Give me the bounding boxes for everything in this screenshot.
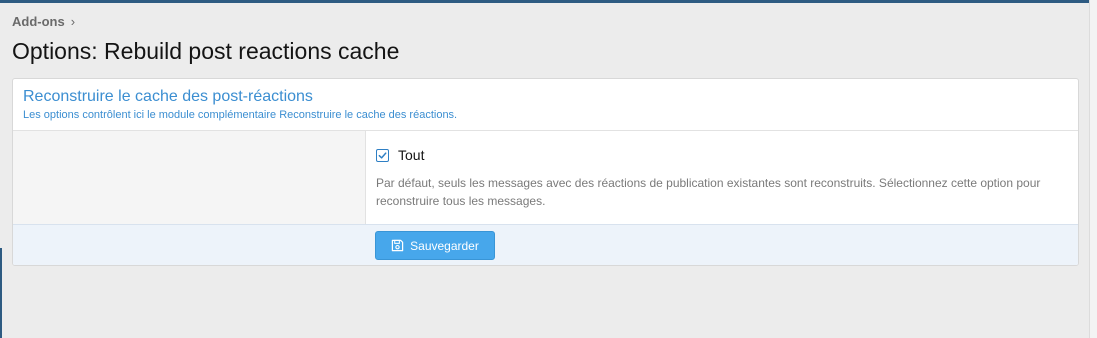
- chevron-right-icon: ›: [70, 13, 76, 29]
- option-label-column: [13, 131, 366, 224]
- breadcrumb: Add-ons ›: [12, 13, 76, 30]
- options-block: Reconstruire le cache des post-réactions…: [12, 78, 1079, 266]
- scrollbar-track[interactable]: [1089, 0, 1097, 338]
- top-accent-strip: [0, 0, 1090, 3]
- option-row: Tout Par défaut, seuls les messages avec…: [13, 131, 1078, 225]
- left-edge-accent: [0, 248, 2, 338]
- block-title: Reconstruire le cache des post-réactions: [23, 88, 313, 105]
- submit-row: Sauvegarder: [13, 225, 1078, 265]
- checkmark-icon[interactable]: [376, 148, 389, 162]
- save-icon: [391, 239, 404, 252]
- save-button-label: Sauvegarder: [410, 238, 479, 253]
- checkbox-label: Tout: [398, 147, 425, 163]
- option-input-column: Tout Par défaut, seuls les messages avec…: [366, 131, 1078, 224]
- checkbox-tout[interactable]: Tout: [376, 147, 1068, 163]
- breadcrumb-item-add-ons[interactable]: Add-ons: [12, 14, 65, 29]
- page-title: Options: Rebuild post reactions cache: [12, 38, 400, 64]
- block-header: Reconstruire le cache des post-réactions…: [13, 79, 1078, 131]
- save-button[interactable]: Sauvegarder: [375, 231, 495, 260]
- option-hint: Par défaut, seuls les messages avec des …: [376, 176, 1041, 208]
- block-description: Les options contrôlent ici le module com…: [23, 109, 458, 121]
